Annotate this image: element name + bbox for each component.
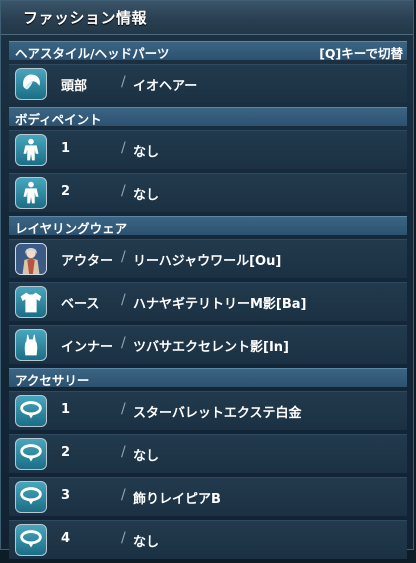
fashion-info-window: ファッション情報 ヘアスタイル/ヘッドパーツ [Q]キーで切替 頭部 / イオヘ… bbox=[0, 0, 414, 559]
outer-portrait-icon bbox=[15, 243, 47, 275]
body-paint-icon bbox=[15, 134, 47, 166]
toggle-hint: [Q]キーで切替 bbox=[319, 46, 403, 61]
row-label: ベース bbox=[61, 297, 100, 312]
section-header-accessory: アクセサリー bbox=[9, 368, 407, 388]
separator-slash: / bbox=[121, 292, 126, 308]
row-hair-head[interactable]: 頭部 / イオヘアー bbox=[9, 64, 407, 103]
separator-slash: / bbox=[121, 487, 126, 503]
separator-slash: / bbox=[121, 401, 126, 417]
separator-slash: / bbox=[121, 530, 126, 546]
row-label: 1 bbox=[61, 402, 71, 417]
section-title-bodypaint: ボディペイント bbox=[15, 112, 102, 127]
row-value: なし bbox=[133, 188, 160, 203]
section-header-hair: ヘアスタイル/ヘッドパーツ [Q]キーで切替 bbox=[9, 41, 407, 61]
section-header-layered: レイヤリングウェア bbox=[9, 216, 407, 236]
row-value: 飾りレイピアB bbox=[133, 492, 221, 507]
fashion-list: ヘアスタイル/ヘッドパーツ [Q]キーで切替 頭部 / イオヘアー ボディペイン… bbox=[9, 41, 407, 563]
row-value: なし bbox=[133, 145, 160, 160]
section-title-layered: レイヤリングウェア bbox=[15, 221, 128, 236]
separator-slash: / bbox=[121, 140, 126, 156]
row-accessory-3[interactable]: 3 / 飾りレイピアB bbox=[9, 477, 407, 516]
section-title-accessory: アクセサリー bbox=[15, 373, 90, 388]
shirt-icon bbox=[15, 286, 47, 318]
section-title-hair: ヘアスタイル/ヘッドパーツ bbox=[15, 46, 170, 61]
row-value: ハナヤギテリトリーM影[Ba] bbox=[133, 297, 307, 312]
row-label: インナー bbox=[61, 340, 114, 355]
row-value: なし bbox=[133, 449, 160, 464]
row-layered-base[interactable]: ベース / ハナヤギテリトリーM影[Ba] bbox=[9, 282, 407, 321]
title-bar: ファッション情報 bbox=[1, 1, 413, 35]
necklace-icon bbox=[15, 524, 47, 556]
window-title: ファッション情報 bbox=[23, 9, 148, 27]
necklace-icon bbox=[15, 395, 47, 427]
row-label: 頭部 bbox=[61, 79, 88, 94]
row-label: 1 bbox=[61, 141, 71, 156]
separator-slash: / bbox=[121, 249, 126, 265]
body-paint-icon bbox=[15, 177, 47, 209]
row-accessory-1[interactable]: 1 / スターバレットエクステ白金 bbox=[9, 391, 407, 430]
separator-slash: / bbox=[121, 74, 126, 90]
row-label: 4 bbox=[61, 531, 71, 546]
row-layered-inner[interactable]: インナー / ツバサエクセレント影[In] bbox=[9, 325, 407, 364]
hair-icon bbox=[15, 68, 47, 100]
tank-top-icon bbox=[15, 329, 47, 361]
row-label: 2 bbox=[61, 445, 71, 460]
row-value: スターバレットエクステ白金 bbox=[133, 406, 302, 421]
section-header-bodypaint: ボディペイント bbox=[9, 107, 407, 127]
row-label: 2 bbox=[61, 184, 71, 199]
row-layered-outer[interactable]: アウター / リーハジャウワール[Ou] bbox=[9, 239, 407, 278]
row-accessory-4[interactable]: 4 / なし bbox=[9, 520, 407, 559]
row-label: アウター bbox=[61, 254, 114, 269]
separator-slash: / bbox=[121, 444, 126, 460]
separator-slash: / bbox=[121, 183, 126, 199]
row-accessory-2[interactable]: 2 / なし bbox=[9, 434, 407, 473]
row-value: なし bbox=[133, 535, 160, 550]
row-bodypaint-1[interactable]: 1 / なし bbox=[9, 130, 407, 169]
row-value: ツバサエクセレント影[In] bbox=[133, 340, 289, 355]
row-value: リーハジャウワール[Ou] bbox=[133, 254, 282, 269]
row-value: イオヘアー bbox=[133, 79, 198, 94]
necklace-icon bbox=[15, 481, 47, 513]
row-bodypaint-2[interactable]: 2 / なし bbox=[9, 173, 407, 212]
row-label: 3 bbox=[61, 488, 71, 503]
necklace-icon bbox=[15, 438, 47, 470]
separator-slash: / bbox=[121, 335, 126, 351]
